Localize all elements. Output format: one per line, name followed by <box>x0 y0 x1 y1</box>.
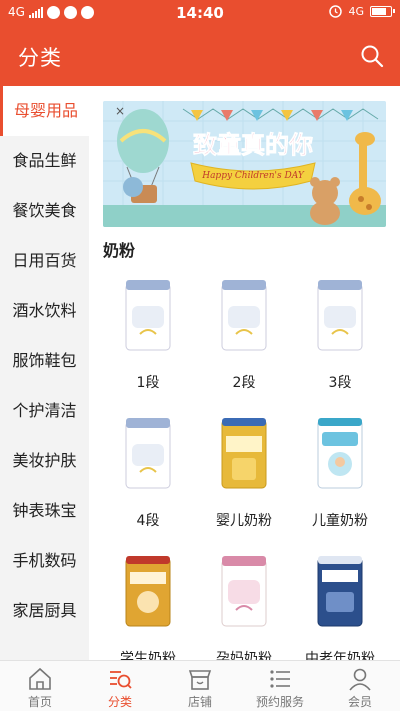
milk-can-image <box>317 280 363 351</box>
tab-category[interactable]: 分类 <box>80 661 160 711</box>
network-label-right: 4G <box>348 5 364 18</box>
milk-can-image <box>317 418 363 489</box>
search-icon[interactable] <box>360 44 384 68</box>
category-icon <box>110 671 132 689</box>
product-infant-formula[interactable]: 婴儿奶粉 <box>194 414 294 530</box>
product-maternal-formula[interactable]: 孕妈奶粉 <box>194 552 294 660</box>
category-content: × 致童真的你 Happy Children's DAY 奶粉 1段 2段 3段 <box>89 86 400 660</box>
tab-label: 预约服务 <box>255 695 304 709</box>
app-header: 分类 <box>0 26 400 86</box>
sidebar-item-home-kitchen[interactable]: 家居厨具 <box>0 586 89 636</box>
status-right: 4G <box>329 5 395 18</box>
alarm-icon <box>329 5 343 18</box>
sidebar-item-daily-goods[interactable]: 日用百货 <box>0 236 89 286</box>
product-label: 1段 <box>136 375 160 391</box>
product-senior-formula[interactable]: 中老年奶粉 <box>290 552 390 660</box>
product-label: 4段 <box>136 513 160 529</box>
sidebar-item-apparel[interactable]: 服饰鞋包 <box>0 336 89 386</box>
product-label: 孕妈奶粉 <box>216 651 272 660</box>
tab-member[interactable]: 会员 <box>320 661 400 711</box>
tab-label: 店铺 <box>187 695 212 709</box>
status-bar: 4G 14:40 4G <box>0 0 400 26</box>
milk-can-image <box>125 556 171 627</box>
childrens-day-banner[interactable]: × 致童真的你 Happy Children's DAY <box>103 101 386 227</box>
milk-can-image <box>125 280 171 351</box>
list-icon <box>270 670 290 688</box>
sidebar-item-personal-care[interactable]: 个护清洁 <box>0 386 89 436</box>
product-stage-4[interactable]: 4段 <box>98 414 198 530</box>
sidebar-item-fresh-food[interactable]: 食品生鲜 <box>0 136 89 186</box>
tab-home[interactable]: 首页 <box>0 661 80 711</box>
product-stage-3[interactable]: 3段 <box>290 276 390 392</box>
battery-icon <box>370 6 395 17</box>
sidebar-item-drinks[interactable]: 酒水饮料 <box>0 286 89 336</box>
tab-label: 首页 <box>27 695 52 709</box>
product-student-formula[interactable]: 学生奶粉 <box>98 552 198 660</box>
product-kids-formula[interactable]: 儿童奶粉 <box>290 414 390 530</box>
sidebar-item-watches-jewelry[interactable]: 钟表珠宝 <box>0 486 89 536</box>
section-title-milk-powder: 奶粉 <box>103 241 136 260</box>
product-label: 中老年奶粉 <box>305 651 375 660</box>
user-icon <box>349 668 371 691</box>
sidebar-item-baby[interactable]: 母婴用品 <box>0 86 89 136</box>
product-label: 3段 <box>328 375 352 391</box>
milk-can-image <box>221 556 267 627</box>
product-label: 儿童奶粉 <box>312 513 368 529</box>
banner-title: 致童真的你 <box>193 131 313 159</box>
sidebar-item-digital[interactable]: 手机数码 <box>0 536 89 586</box>
category-sidebar: 母婴用品 食品生鲜 餐饮美食 日用百货 酒水饮料 服饰鞋包 个护清洁 美妆护肤 … <box>0 86 89 660</box>
tab-booking[interactable]: 预约服务 <box>240 661 320 711</box>
product-label: 2段 <box>232 375 256 391</box>
shop-icon <box>188 670 212 690</box>
product-stage-1[interactable]: 1段 <box>98 276 198 392</box>
product-label: 婴儿奶粉 <box>216 513 272 529</box>
sidebar-item-dining[interactable]: 餐饮美食 <box>0 186 89 236</box>
tab-shop[interactable]: 店铺 <box>160 661 240 711</box>
banner-illustration: × 致童真的你 Happy Children's DAY <box>103 101 386 227</box>
tab-label: 分类 <box>107 695 132 709</box>
product-label: 学生奶粉 <box>120 651 176 660</box>
page-title: 分类 <box>18 46 62 70</box>
product-stage-2[interactable]: 2段 <box>194 276 294 392</box>
milk-can-image <box>125 418 171 489</box>
milk-can-image <box>221 280 267 351</box>
milk-can-image <box>317 556 363 627</box>
banner-ribbon: Happy Children's DAY <box>201 171 305 181</box>
tab-label: 会员 <box>347 695 372 709</box>
milk-can-image <box>221 418 267 489</box>
svg-text:×: × <box>115 104 125 118</box>
sidebar-item-beauty[interactable]: 美妆护肤 <box>0 436 89 486</box>
home-icon <box>29 667 51 690</box>
bottom-tab-bar: 首页 分类 店铺 预约服务 会员 <box>0 660 400 711</box>
